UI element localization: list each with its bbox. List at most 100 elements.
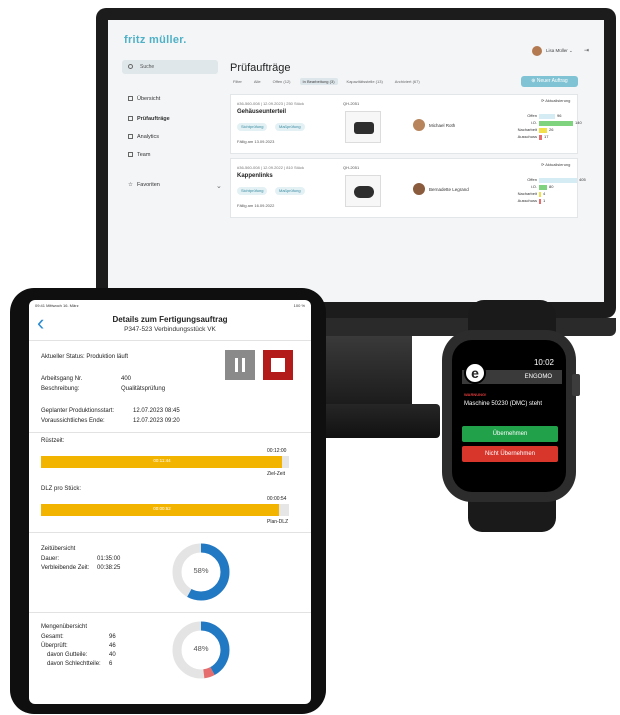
sidebar-item-overview[interactable]: Übersicht xyxy=(128,96,160,102)
bar-row: i.O. 140 xyxy=(507,120,582,127)
start-value: 12.07.2023 08:45 xyxy=(133,408,180,414)
watch-time: 10:02 xyxy=(533,358,554,367)
end-label: Voraussichtliches Ende: xyxy=(41,418,105,424)
bar-fill xyxy=(539,135,542,140)
due-date: Fällig am 13.09.2023 xyxy=(237,139,275,144)
order-name: Gehäuseunterteil xyxy=(237,109,287,115)
bar-label: Ausschuss xyxy=(517,134,537,139)
dlz-value: 00:00:52 xyxy=(153,506,171,511)
beschreibung-label: Beschreibung: xyxy=(41,386,80,392)
start-label: Geplanter Produktionsstart: xyxy=(41,408,115,414)
sidebar-item-analytics[interactable]: Analytics xyxy=(128,134,159,140)
warning-label: WARNUNG! xyxy=(464,392,487,397)
refresh-label: Aktualisierung xyxy=(545,98,571,103)
page-title: Details zum Fertigungsauftrag xyxy=(112,315,228,324)
tab-in-progress[interactable]: In Bearbeitung (3) xyxy=(299,78,338,85)
dauer-value: 01:35:00 xyxy=(97,556,121,562)
avatar[interactable] xyxy=(532,46,542,56)
bar-row: Nacharbeit 4 xyxy=(507,191,579,198)
logout-icon[interactable]: ⇥ xyxy=(584,47,589,54)
bar-fill xyxy=(539,185,547,190)
new-order-button[interactable]: ⊕ Neuer Auftrag xyxy=(521,76,578,87)
zeit-heading: Zeitübersicht xyxy=(41,546,76,552)
gesamt-label: Gesamt: xyxy=(41,634,64,640)
avatar xyxy=(413,119,425,131)
desktop-app-screen: fritz müller. Suche Übersicht Prüfaufträ… xyxy=(108,20,604,302)
warning-message: Maschine 50230 (DMC) steht xyxy=(464,401,543,407)
accept-button[interactable]: Übernehmen xyxy=(462,426,558,442)
sidebar-item-label: Übersicht xyxy=(137,96,161,102)
time-percent: 58% xyxy=(193,566,209,575)
app-logo: fritz müller. xyxy=(124,34,187,46)
tab-capacity[interactable]: Kapazitätsstelle (13) xyxy=(344,78,386,85)
tab-open[interactable]: Offen (12) xyxy=(270,78,294,85)
user-name[interactable]: Lisa Müller ⌄ xyxy=(546,48,573,54)
bar-fill xyxy=(539,121,573,126)
stop-button[interactable] xyxy=(263,350,293,380)
qr-code-label: QH-2051 xyxy=(343,165,360,170)
star-icon: ☆ xyxy=(128,182,133,188)
reject-button[interactable]: Nicht Übernehmen xyxy=(462,446,558,462)
part-image xyxy=(345,175,381,207)
tab-all[interactable]: Alle xyxy=(251,78,264,85)
status-bars: Offen 405 i.O. 80 Nacharbeit 4 Ausschuss 1 xyxy=(507,177,586,205)
order-card[interactable]: #36-560-008 | 12.09.2022 | 810 Stück Kap… xyxy=(230,158,586,218)
dlz-progress-bar: 00:00:52 xyxy=(41,504,289,516)
ruestzeit-value: 00:11:44 xyxy=(153,458,171,463)
order-meta: #36-560-008 | 12.09.2023 | 250 Stück xyxy=(237,101,305,106)
bar-label: i.O. xyxy=(530,184,537,189)
bar-label: Offen xyxy=(527,177,537,182)
tab-archived[interactable]: Archiviert (67) xyxy=(392,78,423,85)
bar-row: Offen 96 xyxy=(507,113,579,120)
ruestzeit-progress-bar: 00:11:44 xyxy=(41,456,289,468)
assignee-name: Michael Roth xyxy=(429,123,456,128)
bar-row: Nacharbeit 26 xyxy=(507,127,579,134)
ruestzeit-target: 00:12:00 xyxy=(267,448,287,454)
section-divider xyxy=(29,532,311,533)
watch-crown[interactable] xyxy=(572,374,580,396)
sidebar-item-team[interactable]: Team xyxy=(128,152,150,158)
assignee-name: Bernadette Legrand xyxy=(429,187,469,192)
chart-icon xyxy=(128,134,133,140)
progress-remaining xyxy=(282,456,289,468)
status-bar-time: 09:41 Mittwoch 16. März xyxy=(35,303,79,308)
bar-row: i.O. 80 xyxy=(507,184,579,191)
tablet-app-screen: 09:41 Mittwoch 16. März 100 % ‹ Details … xyxy=(29,300,311,704)
bar-value: 140 xyxy=(575,120,582,125)
sidebar-item-pruefauftraege[interactable]: Prüfaufträge xyxy=(128,116,170,122)
part-image xyxy=(345,111,381,143)
search-icon xyxy=(128,64,133,69)
order-card[interactable]: #36-560-008 | 12.09.2023 | 250 Stück Geh… xyxy=(230,94,582,154)
refresh-link[interactable]: ⟳ Aktualisierung xyxy=(541,98,570,103)
bar-value: 405 xyxy=(579,177,586,182)
due-date: Fällig am 16.09.2022 xyxy=(237,203,275,208)
sidebar-item-label: Team xyxy=(137,152,151,158)
gut-value: 40 xyxy=(109,652,116,658)
search-placeholder: Suche xyxy=(140,64,155,70)
chevron-down-icon[interactable]: ⌄ xyxy=(216,182,222,190)
ruestzeit-label: Rüstzeit: xyxy=(41,438,65,444)
monitor-stand xyxy=(322,336,412,406)
sidebar-item-favorites[interactable]: ☆ Favoriten xyxy=(128,182,160,188)
bar-value: 80 xyxy=(549,184,554,189)
brand-name: ENGOMO xyxy=(524,374,552,380)
filter-tabs: Filter Alle Offen (12) In Bearbeitung (3… xyxy=(230,78,423,85)
avatar xyxy=(413,183,425,195)
tag-chip: Maßprüfung xyxy=(275,187,305,195)
dlz-target: 00:00:54 xyxy=(267,496,287,502)
refresh-link[interactable]: ⟳ Aktualisierung xyxy=(541,162,570,167)
schlecht-value: 6 xyxy=(109,661,113,667)
beschreibung-value: Qualitätsprüfung xyxy=(121,386,166,392)
search-input[interactable]: Suche xyxy=(122,60,218,74)
desktop-monitor: fritz müller. Suche Übersicht Prüfaufträ… xyxy=(96,8,616,318)
sidebar: fritz müller. Suche Übersicht Prüfaufträ… xyxy=(108,20,228,302)
tablet-device: 09:41 Mittwoch 16. März 100 % ‹ Details … xyxy=(10,288,326,714)
gut-label: davon Gutteile: xyxy=(47,652,88,658)
tag-chip: Sichtprüfung xyxy=(237,187,268,195)
quantity-donut-chart: 48% xyxy=(171,620,231,680)
section-divider xyxy=(29,612,311,613)
tab-filter[interactable]: Filter xyxy=(230,78,245,85)
pause-button[interactable] xyxy=(225,350,255,380)
tag-chip: Sichtprüfung xyxy=(237,123,268,131)
quantity-percent: 48% xyxy=(193,644,209,653)
